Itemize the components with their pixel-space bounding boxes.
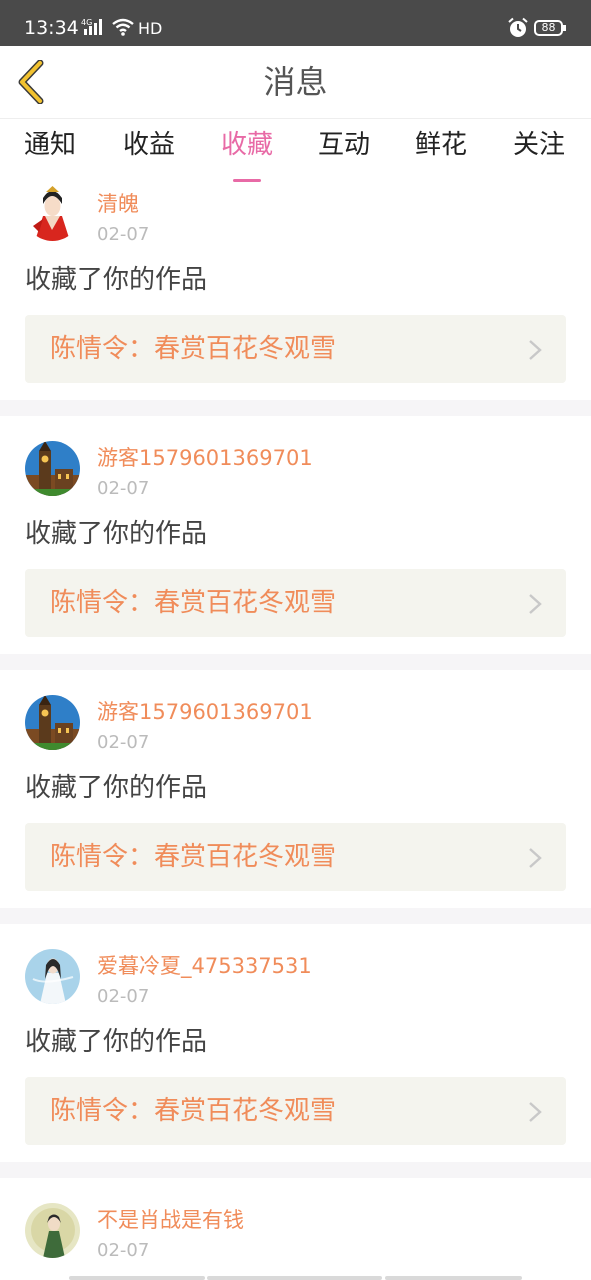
costume-woman-avatar bbox=[25, 186, 80, 241]
avatar[interactable] bbox=[25, 949, 80, 1004]
clock-tower-avatar bbox=[25, 695, 80, 750]
username[interactable]: 爱暮冷夏_475337531 bbox=[97, 952, 312, 980]
battery-icon: 88 bbox=[534, 20, 563, 36]
page-title: 消息 bbox=[263, 63, 328, 101]
username[interactable]: 不是肖战是有钱 bbox=[97, 1206, 244, 1234]
action-text: 收藏了你的作品 bbox=[25, 773, 208, 803]
tab-interactions[interactable]: 互动 bbox=[309, 129, 379, 161]
tab-notifications[interactable]: 通知 bbox=[15, 129, 85, 161]
network-label: 4G bbox=[81, 18, 92, 27]
work-title: 陈情令：春赏百花冬观雪 bbox=[50, 588, 337, 618]
date: 02-07 bbox=[97, 732, 150, 753]
avatar[interactable] bbox=[25, 695, 80, 750]
date: 02-07 bbox=[97, 478, 150, 499]
username[interactable]: 游客1579601369701 bbox=[97, 444, 313, 472]
list-item: 游客1579601369701 02-07 收藏了你的作品 陈情令：春赏百花冬观… bbox=[0, 670, 591, 908]
figure-avatar bbox=[25, 1203, 80, 1258]
work-title: 陈情令：春赏百花冬观雪 bbox=[50, 842, 337, 872]
avatar[interactable] bbox=[25, 186, 80, 241]
tab-favorites-label: 收藏 bbox=[220, 130, 273, 160]
work-link[interactable]: 陈情令：春赏百花冬观雪 bbox=[25, 315, 566, 383]
tab-favorites[interactable]: 收藏 bbox=[212, 129, 282, 182]
chevron-right-icon bbox=[529, 340, 542, 360]
divider bbox=[0, 400, 591, 416]
list-item: 不是肖战是有钱 02-07 bbox=[0, 1178, 591, 1280]
battery-level: 88 bbox=[541, 21, 556, 34]
work-link[interactable]: 陈情令：春赏百花冬观雪 bbox=[25, 1077, 566, 1145]
nav-header: 消息 bbox=[0, 46, 591, 119]
battery-tip bbox=[563, 25, 566, 31]
work-link[interactable]: 陈情令：春赏百花冬观雪 bbox=[25, 823, 566, 891]
work-title: 陈情令：春赏百花冬观雪 bbox=[50, 1096, 337, 1126]
wifi-icon bbox=[112, 18, 134, 36]
action-text: 收藏了你的作品 bbox=[25, 519, 208, 549]
alarm-icon bbox=[508, 17, 528, 37]
action-text: 收藏了你的作品 bbox=[25, 1027, 208, 1057]
username[interactable]: 清魄 bbox=[97, 190, 139, 218]
divider bbox=[0, 654, 591, 670]
chevron-right-icon bbox=[529, 594, 542, 614]
divider bbox=[0, 1162, 591, 1178]
chevron-right-icon bbox=[529, 848, 542, 868]
divider bbox=[0, 908, 591, 924]
white-robe-avatar bbox=[25, 949, 80, 1004]
signal-icon: 4G bbox=[81, 18, 102, 35]
tab-follow[interactable]: 关注 bbox=[504, 129, 574, 161]
username[interactable]: 游客1579601369701 bbox=[97, 698, 313, 726]
list-item: 游客1579601369701 02-07 收藏了你的作品 陈情令：春赏百花冬观… bbox=[0, 416, 591, 654]
bottom-tab-indicator bbox=[385, 1276, 522, 1280]
chevron-right-icon bbox=[529, 1102, 542, 1122]
avatar[interactable] bbox=[25, 441, 80, 496]
date: 02-07 bbox=[97, 986, 150, 1007]
tab-earnings[interactable]: 收益 bbox=[114, 129, 184, 161]
status-bar: 13:34 4G HD 88 bbox=[0, 0, 591, 46]
status-time: 13:34 bbox=[24, 17, 79, 39]
list-item: 爱暮冷夏_475337531 02-07 收藏了你的作品 陈情令：春赏百花冬观雪 bbox=[0, 924, 591, 1162]
tab-bar: 通知 收益 收藏 互动 鲜花 关注 bbox=[0, 119, 591, 182]
avatar[interactable] bbox=[25, 1203, 80, 1258]
bottom-tab-indicator bbox=[207, 1276, 382, 1280]
work-title: 陈情令：春赏百花冬观雪 bbox=[50, 334, 337, 364]
work-link[interactable]: 陈情令：春赏百花冬观雪 bbox=[25, 569, 566, 637]
clock-tower-avatar bbox=[25, 441, 80, 496]
date: 02-07 bbox=[97, 1240, 150, 1261]
active-tab-indicator bbox=[233, 179, 261, 182]
action-text: 收藏了你的作品 bbox=[25, 265, 208, 295]
tab-flowers[interactable]: 鲜花 bbox=[406, 129, 476, 161]
hd-label: HD bbox=[138, 19, 163, 38]
list-item: 清魄 02-07 收藏了你的作品 陈情令：春赏百花冬观雪 bbox=[0, 186, 591, 400]
bottom-tab-indicator bbox=[69, 1276, 205, 1280]
date: 02-07 bbox=[97, 224, 150, 245]
